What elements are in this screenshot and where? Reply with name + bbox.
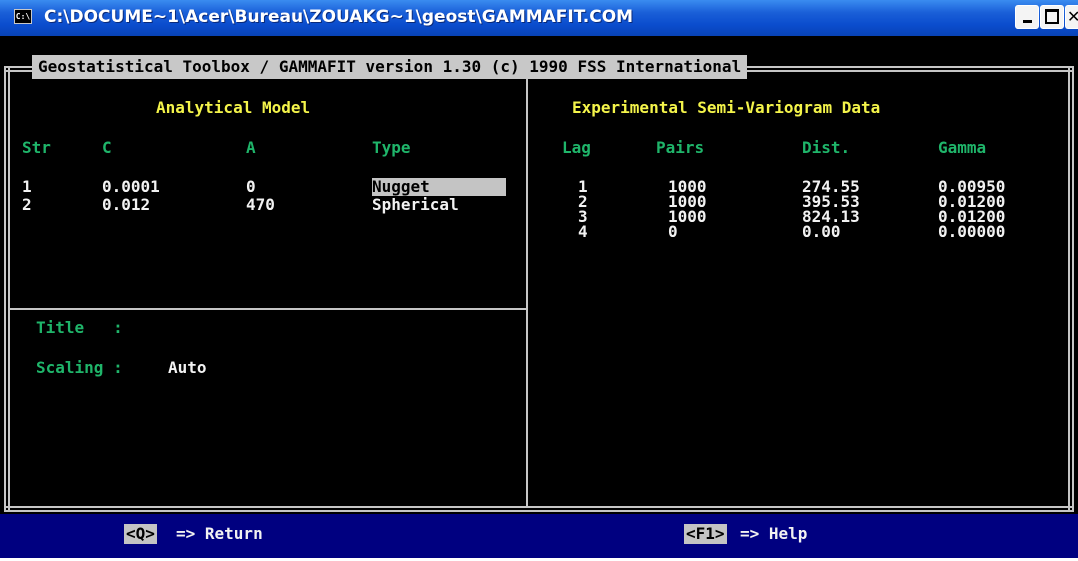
window-title-bar[interactable]: C:\ C:\DOCUME~1\Acer\Bureau\ZOUAKG~1\geo… xyxy=(0,0,1078,36)
title-label: Title : xyxy=(36,318,123,337)
minimize-button[interactable] xyxy=(1015,5,1039,29)
col-type-header: Type xyxy=(372,138,411,157)
model-row-a: 0 xyxy=(246,177,256,196)
col-pairs-header: Pairs xyxy=(656,138,705,157)
model-row-c: 0.0001 xyxy=(102,177,160,196)
col-lag-header: Lag xyxy=(562,138,591,157)
close-button[interactable]: ✕ xyxy=(1065,5,1078,29)
window-title: C:\DOCUME~1\Acer\Bureau\ZOUAKG~1\geost\G… xyxy=(44,7,634,27)
model-row-str: 2 xyxy=(22,195,32,214)
col-a-header: A xyxy=(246,138,256,157)
col-c-header: C xyxy=(102,138,112,157)
scaling-label: Scaling : xyxy=(36,358,123,377)
col-str-header: Str xyxy=(22,138,51,157)
frame-right-border xyxy=(1068,66,1074,512)
variogram-row-gamma: 0.00000 xyxy=(938,222,1006,241)
help-label: => Help xyxy=(740,524,808,543)
model-row-str: 1 xyxy=(22,177,32,196)
program-header: Geostatistical Toolbox / GAMMAFIT versio… xyxy=(32,55,748,79)
frame-bottom-border xyxy=(4,506,1074,512)
variogram-row-pairs: 0 xyxy=(668,222,678,241)
frame-left-border xyxy=(4,66,10,512)
model-row-type-selected[interactable]: Nugget xyxy=(372,178,506,196)
help-key-hint[interactable]: <F1> xyxy=(684,524,727,544)
console-app-icon[interactable]: C:\ xyxy=(14,9,32,24)
model-row-type[interactable]: Spherical xyxy=(372,196,459,214)
console-screen: Geostatistical Toolbox / GAMMAFIT versio… xyxy=(0,36,1078,561)
status-bar: <Q> => Return <F1> => Help xyxy=(0,514,1078,561)
maximize-button[interactable] xyxy=(1040,5,1064,29)
variogram-row-lag: 4 xyxy=(578,222,588,241)
model-row-a: 470 xyxy=(246,195,275,214)
close-icon: ✕ xyxy=(1067,7,1078,26)
variogram-row-dist: 0.00 xyxy=(802,222,841,241)
col-gamma-header: Gamma xyxy=(938,138,987,157)
return-label: => Return xyxy=(176,524,263,543)
model-panel-title: Analytical Model xyxy=(156,98,311,117)
maximize-icon xyxy=(1045,8,1059,24)
col-dist-header: Dist. xyxy=(802,138,851,157)
variogram-panel-title: Experimental Semi-Variogram Data xyxy=(572,98,881,117)
left-panel-divider xyxy=(8,308,526,310)
model-row-c: 0.012 xyxy=(102,195,151,214)
center-divider xyxy=(526,72,528,508)
minimize-icon xyxy=(1022,20,1032,23)
scaling-value[interactable]: Auto xyxy=(168,359,207,377)
return-key-hint[interactable]: <Q> xyxy=(124,524,157,544)
